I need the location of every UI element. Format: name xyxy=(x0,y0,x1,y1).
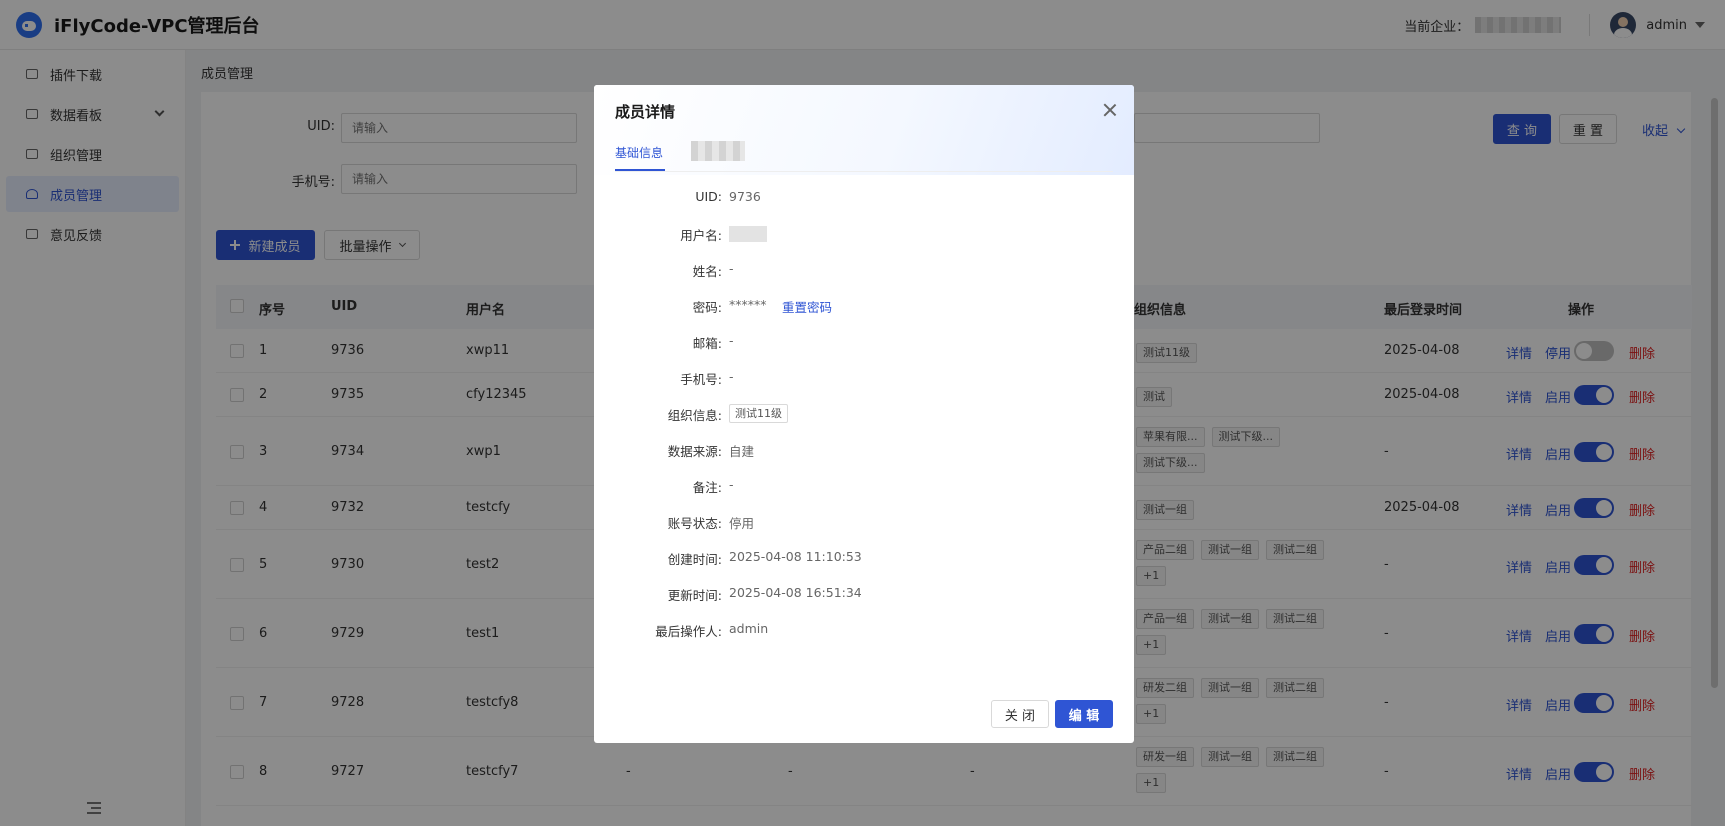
detail-row: 数据来源: 自建 xyxy=(594,441,1134,461)
detail-org-tag: 测试11级 xyxy=(729,404,788,423)
detail-label: 邮箱: xyxy=(692,336,722,351)
detail-label: 组织信息: xyxy=(667,408,722,423)
member-detail-modal: 成员详情 基础信息 UID: 9736 用户名: 姓名: - 密码: ****** 重置密码邮… xyxy=(594,85,1134,743)
modal-edit-button[interactable]: 编 辑 xyxy=(1055,700,1113,728)
detail-label: 更新时间: xyxy=(667,588,722,603)
detail-label: 账号状态: xyxy=(667,516,722,531)
modal-close-button[interactable]: 关 闭 xyxy=(991,700,1049,728)
detail-row: 密码: ****** 重置密码 xyxy=(594,297,1134,317)
detail-value: 自建 xyxy=(729,444,755,459)
detail-value: 2025-04-08 11:10:53 xyxy=(729,549,862,564)
detail-label: 数据来源: xyxy=(667,444,722,459)
detail-masked-value xyxy=(729,226,767,242)
close-icon[interactable] xyxy=(1102,102,1118,118)
detail-value: admin xyxy=(729,621,769,636)
tab-masked[interactable] xyxy=(691,141,745,161)
detail-row: 最后操作人: admin xyxy=(594,621,1134,641)
detail-label: 创建时间: xyxy=(667,552,722,567)
detail-row: 姓名: - xyxy=(594,261,1134,281)
reset-password-link[interactable]: 重置密码 xyxy=(782,297,832,316)
detail-value: ****** xyxy=(729,297,767,312)
detail-row: 更新时间: 2025-04-08 16:51:34 xyxy=(594,585,1134,605)
detail-value: - xyxy=(729,369,734,384)
detail-label: 最后操作人: xyxy=(655,624,722,639)
detail-row: 手机号: - xyxy=(594,369,1134,389)
detail-row: 创建时间: 2025-04-08 11:10:53 xyxy=(594,549,1134,569)
detail-label: 密码: xyxy=(692,300,722,315)
detail-label: 姓名: xyxy=(692,264,722,279)
detail-value: 2025-04-08 16:51:34 xyxy=(729,585,862,600)
detail-value: 停用 xyxy=(729,516,755,531)
detail-label: 手机号: xyxy=(680,372,722,387)
detail-value: - xyxy=(729,333,734,348)
detail-label: UID: xyxy=(695,189,722,204)
detail-row: 邮箱: - xyxy=(594,333,1134,353)
detail-label: 用户名: xyxy=(680,228,722,243)
detail-value: - xyxy=(729,261,734,276)
detail-value: - xyxy=(729,477,734,492)
detail-label: 备注: xyxy=(692,480,722,495)
modal-header-background xyxy=(594,85,1134,175)
tab-basic-info[interactable]: 基础信息 xyxy=(615,144,663,161)
detail-row: UID: 9736 xyxy=(594,189,1134,209)
detail-row: 组织信息: 测试11级 xyxy=(594,404,1134,425)
detail-row: 用户名: xyxy=(594,225,1134,245)
tab-divider xyxy=(615,171,1113,172)
detail-row: 账号状态: 停用 xyxy=(594,513,1134,533)
detail-row: 备注: - xyxy=(594,477,1134,497)
modal-title: 成员详情 xyxy=(615,103,676,121)
detail-value: 9736 xyxy=(729,189,761,204)
